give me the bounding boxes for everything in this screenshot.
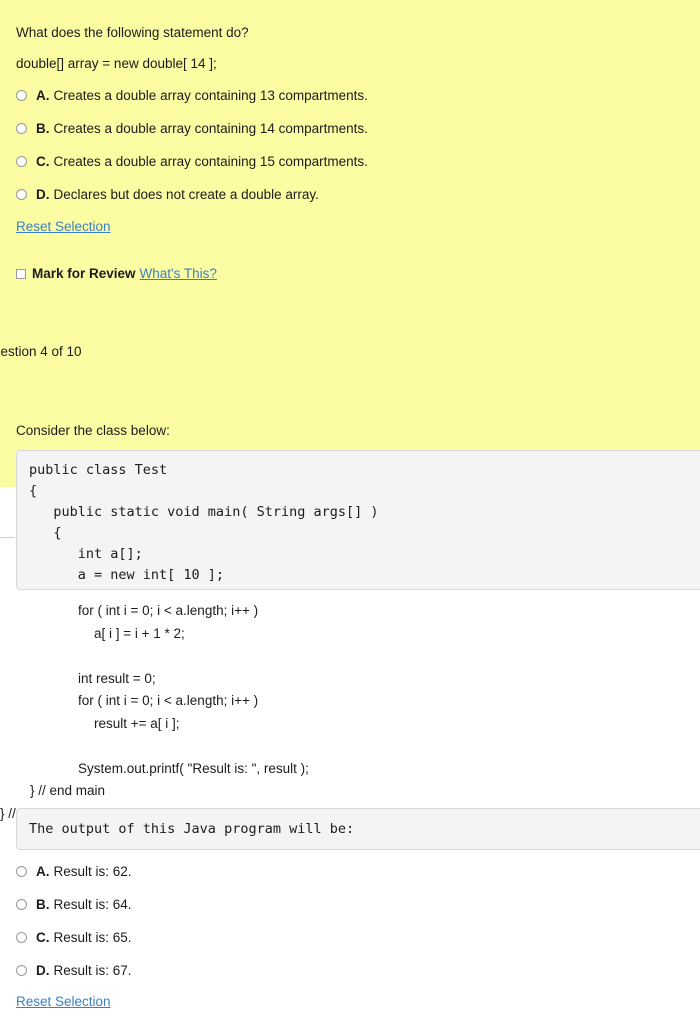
question-highlight-background-tail [0, 452, 16, 487]
bottom-question-prompt: Consider the class below: [16, 423, 170, 438]
code-line: System.out.printf( "Result is: ", result… [78, 760, 309, 776]
bottom-choice-b[interactable]: B. Result is: 64. [16, 897, 132, 912]
radio-icon-bottom-a[interactable] [16, 866, 27, 877]
top-choice-d-letter: D. [36, 187, 50, 202]
top-choice-b-letter: B. [36, 121, 50, 136]
bottom-choice-d[interactable]: D. Result is: 67. [16, 963, 132, 978]
radio-icon-top-a[interactable] [16, 90, 27, 101]
top-choice-d-label: Declares but does not create a double ar… [53, 187, 319, 202]
bottom-reset-selection-link[interactable]: Reset Selection [16, 994, 111, 1009]
top-choice-c[interactable]: C. Creates a double array containing 15 … [16, 154, 368, 169]
code-line: a[ i ] = i + 1 * 2; [94, 625, 185, 641]
bottom-choice-d-letter: D. [36, 963, 50, 978]
radio-icon-top-c[interactable] [16, 156, 27, 167]
java-source-code-continuation: for ( int i = 0; i < a.length; i++ ) a[ i… [0, 600, 700, 825]
top-question-statement: double[] array = new double[ 14 ]; [16, 56, 217, 71]
section-divider-rule [0, 537, 15, 538]
whats-this-link[interactable]: What's This? [140, 266, 217, 281]
radio-icon-bottom-b[interactable] [16, 899, 27, 910]
radio-icon-top-b[interactable] [16, 123, 27, 134]
bottom-choice-a[interactable]: A. Result is: 62. [16, 864, 132, 879]
top-choice-a-label: Creates a double array containing 13 com… [53, 88, 368, 103]
code-line: for ( int i = 0; i < a.length; i++ ) [78, 603, 259, 618]
code-line: } // end main [30, 783, 106, 798]
code-line: result += a[ i ]; [94, 715, 180, 731]
top-reset-selection-link[interactable]: Reset Selection [16, 219, 111, 234]
top-choice-a-letter: A. [36, 88, 50, 103]
bottom-choice-c-letter: C. [36, 930, 50, 945]
code-line: for ( int i = 0; i < a.length; i++ ) [78, 693, 259, 708]
top-choice-d[interactable]: D. Declares but does not create a double… [16, 187, 319, 202]
top-question-prompt: What does the following statement do? [16, 25, 249, 40]
question-counter: uestion 4 of 10 [0, 344, 82, 359]
bottom-choice-d-label: Result is: 67. [53, 963, 132, 978]
program-output-label-block: The output of this Java program will be: [16, 808, 700, 850]
radio-icon-bottom-d[interactable] [16, 965, 27, 976]
bottom-choice-a-letter: A. [36, 864, 50, 879]
bottom-choice-a-label: Result is: 62. [53, 864, 132, 879]
bottom-choice-b-letter: B. [36, 897, 50, 912]
top-choice-c-letter: C. [36, 154, 50, 169]
top-choice-c-label: Creates a double array containing 15 com… [53, 154, 368, 169]
radio-icon-top-d[interactable] [16, 189, 27, 200]
mark-for-review-row[interactable]: Mark for Review What's This? [16, 266, 217, 281]
java-source-code-block: public class Test { public static void m… [16, 450, 700, 590]
top-choice-b[interactable]: B. Creates a double array containing 14 … [16, 121, 368, 136]
top-choice-b-label: Creates a double array containing 14 com… [53, 121, 368, 136]
bottom-choice-c-label: Result is: 65. [53, 930, 132, 945]
bottom-choice-c[interactable]: C. Result is: 65. [16, 930, 132, 945]
checkbox-icon-mark-for-review[interactable] [16, 268, 26, 279]
bottom-choice-b-label: Result is: 64. [53, 897, 132, 912]
code-line: int result = 0; [78, 670, 156, 686]
top-choice-a[interactable]: A. Creates a double array containing 13 … [16, 88, 368, 103]
radio-icon-bottom-c[interactable] [16, 932, 27, 943]
mark-for-review-label: Mark for Review [32, 266, 136, 281]
